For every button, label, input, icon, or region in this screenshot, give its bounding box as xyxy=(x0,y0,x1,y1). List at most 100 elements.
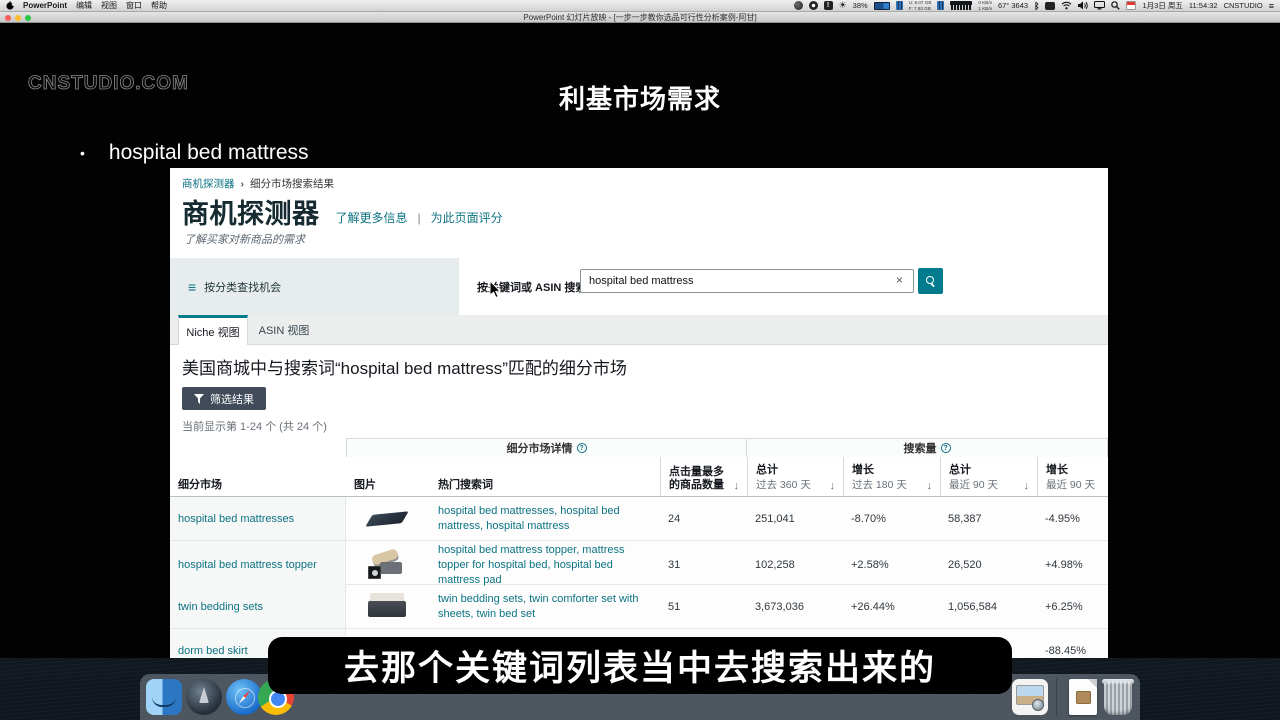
learn-more-link[interactable]: 了解更多信息 xyxy=(336,209,408,226)
cell-total360: 102,258 xyxy=(747,541,843,590)
col-top-clicked[interactable]: 点击量最多的商品数量 ↓ xyxy=(660,457,747,496)
finder-icon[interactable] xyxy=(146,679,182,715)
opportunity-explorer-screenshot: 商机探测器 › 细分市场搜索结果 商机探测器 了解更多信息 | 为此页面评分 了… xyxy=(170,168,1108,658)
col-growth-90[interactable]: 增长最近 90 天 xyxy=(1037,457,1108,496)
battery-percent: 38% xyxy=(853,1,868,10)
menu-powerpoint[interactable]: PowerPoint xyxy=(23,1,67,10)
cell-total360: 251,041 xyxy=(747,497,843,540)
product-thumbnail xyxy=(366,549,410,581)
memory-readout: U: 8.07 GB F: 7.93 GB xyxy=(909,0,932,11)
col-total-360[interactable]: 总计过去 360 天 ↓ xyxy=(747,457,843,496)
search-button[interactable] xyxy=(918,268,943,294)
wifi-icon[interactable] xyxy=(1061,1,1072,10)
product-thumbnail xyxy=(366,591,410,623)
cell-growth180: +2.58% xyxy=(843,541,940,590)
breadcrumb-separator: › xyxy=(241,178,245,190)
tab-asin-view[interactable]: ASIN 视图 xyxy=(249,315,319,345)
close-window-button[interactable] xyxy=(5,15,11,21)
bullet-item: • hospital bed mattress xyxy=(80,141,309,165)
safari-icon[interactable] xyxy=(226,679,262,715)
volume-icon[interactable] xyxy=(1078,1,1088,10)
niche-link[interactable]: hospital bed mattress topper xyxy=(178,559,317,571)
cell-clicks: 24 xyxy=(660,497,747,540)
col-total-90[interactable]: 总计最近 90 天 ↓ xyxy=(940,457,1037,496)
display-mirroring-icon[interactable] xyxy=(1094,1,1105,10)
document-icon[interactable] xyxy=(1066,679,1102,715)
sort-arrow-icon[interactable]: ↓ xyxy=(734,480,740,492)
header-links: 了解更多信息 | 为此页面评分 xyxy=(336,209,503,231)
cell-total90: 1,056,584 xyxy=(940,585,1037,628)
menubar-date: 1月3日 周五 xyxy=(1142,0,1182,11)
menu-edit[interactable]: 编辑 xyxy=(76,0,92,11)
cpu-bars-icon[interactable] xyxy=(937,1,944,10)
table-column-header: 细分市场 图片 热门搜索词 点击量最多的商品数量 ↓ 总计过去 360 天 ↓ … xyxy=(170,457,1108,497)
memory-bars-icon[interactable] xyxy=(896,1,903,10)
menu-window[interactable]: 窗口 xyxy=(126,0,142,11)
col-image: 图片 xyxy=(354,479,376,492)
col-keywords: 热门搜索词 xyxy=(438,479,493,492)
menu-view[interactable]: 视图 xyxy=(101,0,117,11)
headset-icon[interactable] xyxy=(794,1,803,10)
temp-fan-readout: 67° 3643 xyxy=(998,1,1028,10)
bullet-marker: • xyxy=(80,145,85,161)
keyboard-icon[interactable] xyxy=(1045,2,1055,10)
notification-center-icon[interactable]: ≡ xyxy=(1269,1,1274,11)
sort-arrow-icon[interactable]: ↓ xyxy=(1024,480,1030,492)
cpu-history-graph-icon[interactable] xyxy=(950,1,972,10)
cell-growth90: +4.98% xyxy=(1037,541,1108,590)
keyword-search-input[interactable] xyxy=(580,269,914,293)
filter-results-button[interactable]: 筛选结果 xyxy=(182,387,266,410)
network-readout: 0 KB/s 1 KB/s xyxy=(978,0,992,11)
breadcrumb-current: 细分市场搜索结果 xyxy=(250,176,334,191)
funnel-icon xyxy=(194,394,204,404)
keywords-link[interactable]: twin bedding sets, twin comforter set wi… xyxy=(438,592,652,622)
brightness-icon[interactable]: ☀ xyxy=(839,0,847,11)
menubar-clock: 11:54:32 xyxy=(1189,1,1218,10)
calendar-icon[interactable] xyxy=(1126,1,1136,10)
browse-by-category-button[interactable]: ≡ 按分类查找机会 xyxy=(170,258,459,315)
niche-link[interactable]: hospital bed mattresses xyxy=(178,513,294,525)
apple-icon[interactable] xyxy=(6,1,14,10)
preview-icon[interactable] xyxy=(1012,679,1048,715)
search-band: ≡ 按分类查找机会 按关键词或 ASIN 搜索 × xyxy=(170,258,1108,315)
help-icon[interactable]: ? xyxy=(577,443,587,453)
zoom-window-button[interactable] xyxy=(25,15,31,21)
table-row: hospital bed mattress topper hospital be… xyxy=(170,541,1108,585)
cell-growth180: -8.70% xyxy=(843,497,940,540)
rate-page-link[interactable]: 为此页面评分 xyxy=(431,209,503,226)
group-search-volume: 搜索量 xyxy=(904,440,937,456)
dock-divider xyxy=(1056,678,1057,716)
slide-title: 利基市场需求 xyxy=(0,79,1280,116)
trash-icon[interactable] xyxy=(1102,679,1134,715)
window-title: PowerPoint 幻灯片放映 - [一步一步教你选品可行性分析案例-阿甘] xyxy=(523,13,756,22)
group-niche-details: 细分市场详情 xyxy=(507,440,573,456)
menu-help[interactable]: 帮助 xyxy=(151,0,167,11)
product-thumbnail xyxy=(366,503,410,535)
menubar-username[interactable]: CNSTUDIO xyxy=(1224,1,1263,10)
sort-arrow-icon[interactable]: ↓ xyxy=(927,480,933,492)
help-icon[interactable]: ? xyxy=(941,443,951,453)
niche-link[interactable]: dorm bed skirt xyxy=(178,645,248,657)
niche-table: 细分市场详情 ? 搜索量 ? 细分市场 图片 热门搜索词 点击量最多的商品数量 … xyxy=(170,438,1108,658)
minimize-window-button[interactable] xyxy=(15,15,21,21)
clear-search-icon[interactable]: × xyxy=(896,273,903,287)
keywords-link[interactable]: hospital bed mattresses, hospital bed ma… xyxy=(438,504,652,534)
spotlight-search-icon[interactable] xyxy=(1111,1,1120,10)
battery-graph-icon[interactable] xyxy=(874,2,890,10)
table-group-header: 细分市场详情 ? 搜索量 ? xyxy=(170,438,1108,457)
sort-arrow-icon[interactable]: ↓ xyxy=(830,480,836,492)
results-count: 当前显示第 1-24 个 (共 24 个) xyxy=(182,418,327,434)
breadcrumb-root-link[interactable]: 商机探测器 xyxy=(182,176,235,191)
keywords-link[interactable]: hospital bed mattress topper, mattress t… xyxy=(438,543,652,588)
cell-total90: 26,520 xyxy=(940,541,1037,590)
launchpad-icon[interactable] xyxy=(186,679,222,715)
bluetooth-icon[interactable]: ᛒ xyxy=(1034,1,1039,11)
col-growth-180[interactable]: 增长过去 180 天 ↓ xyxy=(843,457,940,496)
search-icon xyxy=(926,276,936,286)
eye-icon[interactable] xyxy=(809,1,818,10)
alert-icon[interactable]: ! xyxy=(824,1,833,10)
bullet-text: hospital bed mattress xyxy=(109,141,309,165)
tab-niche-view[interactable]: Niche 视图 xyxy=(178,315,248,345)
mouse-cursor xyxy=(489,280,502,304)
niche-link[interactable]: twin bedding sets xyxy=(178,601,263,613)
